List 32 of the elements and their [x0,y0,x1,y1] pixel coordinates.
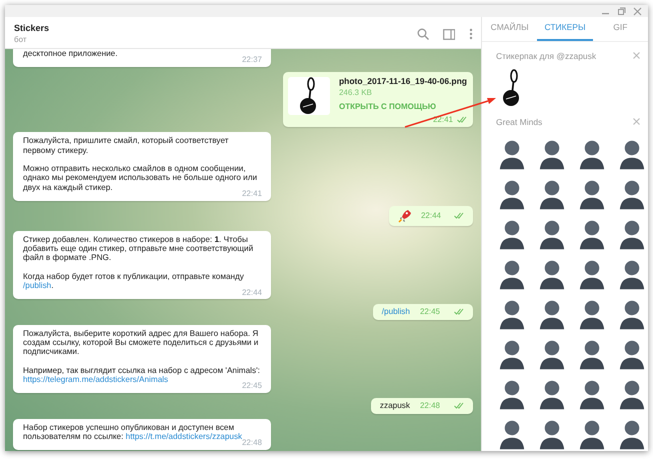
message-text: Пожалуйста, пришлите смайл, который соответствует первому стикеру. [23,136,230,155]
file-name: photo_2017-11-16_19-40-06.png [338,77,467,87]
more-icon[interactable] [469,28,473,40]
message-time: 22:45 [420,307,440,317]
chat-status: бот [14,34,28,46]
message-text: zzapusk [380,401,410,411]
open-with-link[interactable]: ОТКРЫТЬ С ПОМОЩЬЮ [338,102,467,112]
file-size: 246.3 KB [338,88,373,97]
message-time: 22:37 [242,56,262,66]
message-time: 22:48 [242,439,262,448]
link[interactable]: /publish [23,281,52,290]
message-time: 22:45 [242,382,262,392]
chat-title: Stickers [14,22,50,35]
section-title: Great Minds [496,116,542,129]
message-text: Когда набор будет готов к публикации, отправьте команду /publish. [23,272,244,290]
search-icon[interactable] [417,28,429,40]
message-time: 22:48 [420,401,440,410]
sidebar-toggle-icon[interactable] [443,28,455,40]
message-text: Пожалуйста, выберите короткий адрес для Вашего набора. Я создам ссылку, которой Вы сможете поделиться с друзьями и подписчиками. [23,328,260,357]
message-text: десктопное приложение. [23,49,118,58]
message-time: 22:44 [420,211,441,220]
rocket-icon [398,208,412,223]
command-link[interactable]: /publish [382,307,410,317]
file-thumbnail [288,77,330,116]
message-text: Набор стикеров успешно опубликован и доступен всем пользователям по ссылке: https://t.me/addstickers/zzapusk [23,422,242,441]
message-time: 22:44 [242,288,262,298]
section-title: Стикерпак для @zzapusk [496,50,596,62]
link[interactable]: https://t.me/addstickers/zzapusk [126,432,242,441]
link[interactable]: https://telegram.me/addstickers/Animals [23,375,168,384]
message-time: 22:41 [242,190,262,199]
message-text: Можно отправить несколько смайлов в одном сообщении, однако мы рекомендуем использовать не больше одного или двух на каждый стикер. [23,164,258,192]
message-text: Стикер добавлен. Количество стикеров в наборе: 1. Чтобы добавить еще один стикер, отправьте мне соответствующий файл в формате .PNG. [23,234,254,263]
